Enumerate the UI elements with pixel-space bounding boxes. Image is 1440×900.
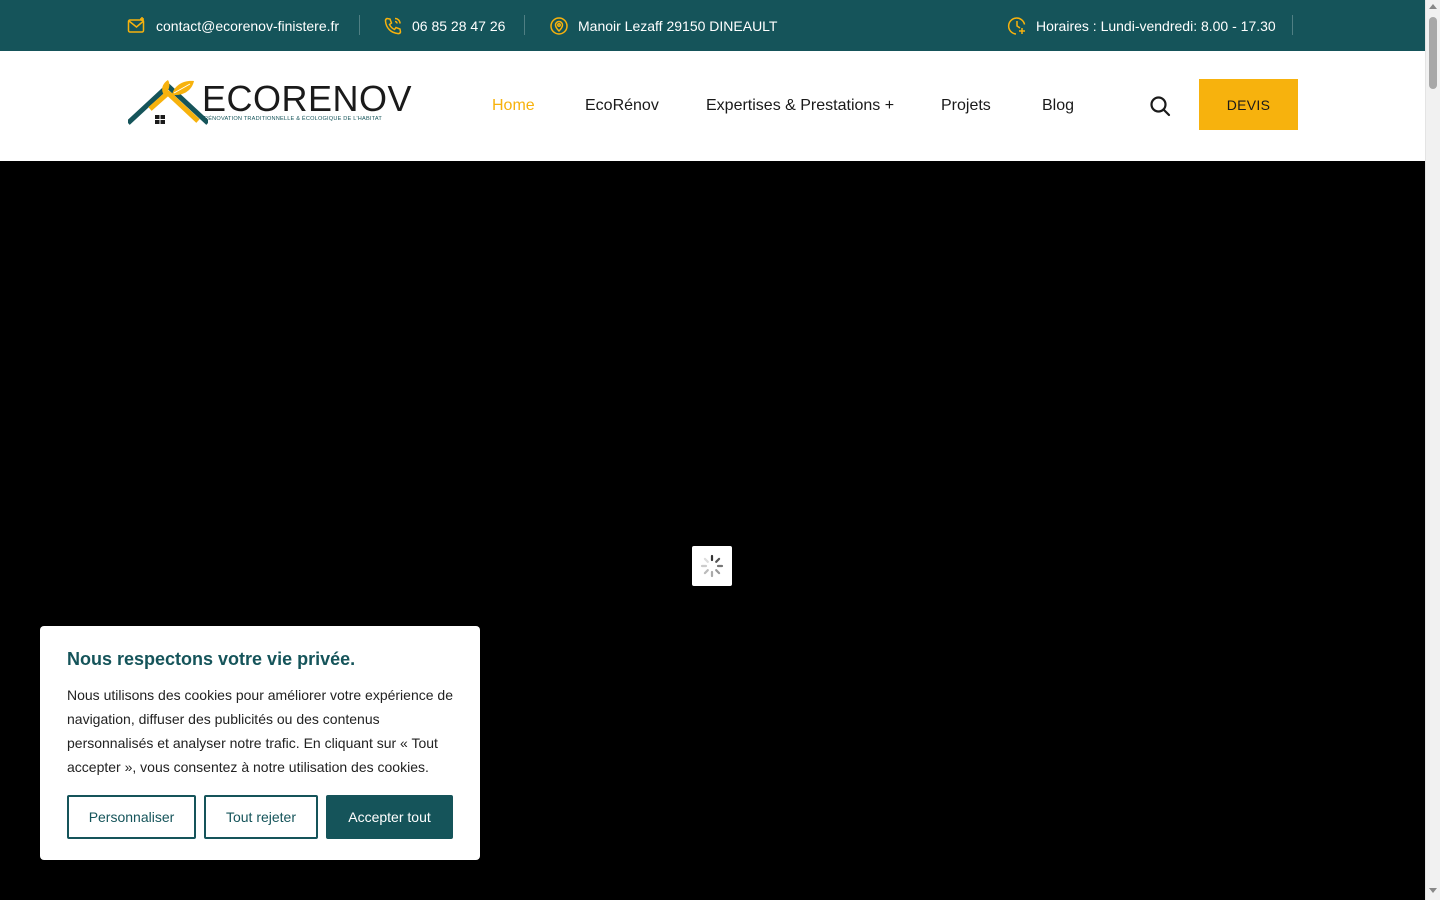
logo-wordmark: ECORENOV [202,78,413,119]
page-scrollbar[interactable] [1425,0,1440,900]
site-header: ECORENOV RÉNOVATION TRADITIONNELLE & ÉCO… [0,51,1425,161]
divider [1292,15,1293,35]
contact-email[interactable]: contact@ecorenov-finistere.fr [127,0,339,51]
spinner-icon [700,554,724,578]
nav-ecorenov[interactable]: EcoRénov [585,51,659,161]
mail-icon [127,16,145,33]
scroll-down-arrow-icon[interactable] [1429,888,1437,893]
contact-phone[interactable]: 06 85 28 47 26 [383,0,505,51]
opening-hours: Horaires : Lundi-vendredi: 8.00 - 17.30 [1007,0,1276,51]
scroll-up-arrow-icon[interactable] [1429,4,1437,9]
logo-tagline: RÉNOVATION TRADITIONNELLE & ÉCOLOGIQUE D… [204,116,382,122]
scrollbar-thumb[interactable] [1429,17,1437,89]
search-icon[interactable] [1149,95,1171,117]
loading-spinner [692,546,732,586]
reject-all-button[interactable]: Tout rejeter [204,795,318,839]
accept-all-button[interactable]: Accepter tout [326,795,453,839]
devis-button[interactable]: DEVIS [1199,79,1298,130]
cookie-body: Nous utilisons des cookies pour améliore… [67,687,453,775]
location-icon [550,16,568,35]
site-logo[interactable]: ECORENOV RÉNOVATION TRADITIONNELLE & ÉCO… [128,79,412,129]
nav-home[interactable]: Home [492,51,535,161]
top-info-bar: contact@ecorenov-finistere.fr 06 85 28 4… [0,0,1425,51]
contact-address[interactable]: Manoir Lezaff 29150 DINEAULT [549,0,777,51]
clock-icon [1007,16,1026,35]
house-leaf-logo-icon [128,80,208,125]
email-text: contact@ecorenov-finistere.fr [156,17,340,34]
nav-blog[interactable]: Blog [1042,51,1074,161]
address-text: Manoir Lezaff 29150 DINEAULT [578,17,778,34]
hours-text: Horaires : Lundi-vendredi: 8.00 - 17.30 [1036,17,1276,34]
cookie-title: Nous respectons votre vie privée. [67,649,356,669]
nav-expertises-prestations[interactable]: Expertises & Prestations + [706,51,894,161]
phone-text: 06 85 28 47 26 [412,17,506,34]
divider [524,15,525,35]
customize-button[interactable]: Personnaliser [67,795,196,839]
divider [359,15,360,35]
phone-icon [384,17,402,34]
nav-projets[interactable]: Projets [941,51,991,161]
cookie-consent-banner: Nous respectons votre vie privée. Nous u… [40,626,480,860]
